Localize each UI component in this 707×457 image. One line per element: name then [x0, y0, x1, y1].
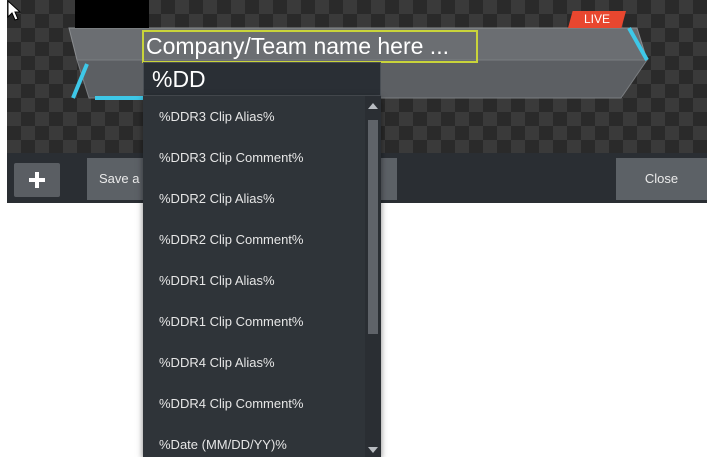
dropdown-item-date[interactable]: %Date (MM/DD/YY)%	[143, 424, 365, 457]
dropdown-item-ddr1-clip-alias[interactable]: %DDR1 Clip Alias%	[143, 260, 365, 301]
black-block	[75, 0, 149, 28]
dropdown-item-ddr4-clip-comment[interactable]: %DDR4 Clip Comment%	[143, 383, 365, 424]
dropdown-item-ddr1-clip-comment[interactable]: %DDR1 Clip Comment%	[143, 301, 365, 342]
autocomplete-dropdown: %DDR3 Clip Alias% %DDR3 Clip Comment% %D…	[143, 96, 381, 457]
add-button[interactable]	[14, 163, 60, 197]
mouse-cursor-icon	[7, 0, 22, 21]
dropdown-item-ddr3-clip-alias[interactable]: %DDR3 Clip Alias%	[143, 96, 365, 137]
scroll-thumb[interactable]	[368, 120, 378, 334]
title-text-field[interactable]: Company/Team name here ...	[142, 30, 478, 63]
dropdown-item-ddr2-clip-comment[interactable]: %DDR2 Clip Comment%	[143, 219, 365, 260]
dropdown-item-ddr3-clip-comment[interactable]: %DDR3 Clip Comment%	[143, 137, 365, 178]
plus-icon	[29, 172, 45, 188]
live-badge: LIVE	[568, 11, 626, 28]
dropdown-item-ddr4-clip-alias[interactable]: %DDR4 Clip Alias%	[143, 342, 365, 383]
dropdown-item-ddr2-clip-alias[interactable]: %DDR2 Clip Alias%	[143, 178, 365, 219]
close-button[interactable]: Close	[616, 158, 707, 200]
dropdown-scrollbar[interactable]	[365, 96, 381, 457]
subtitle-text-field[interactable]: %DD	[143, 62, 381, 96]
scroll-down-icon[interactable]	[368, 447, 378, 453]
scroll-up-icon[interactable]	[368, 103, 378, 109]
